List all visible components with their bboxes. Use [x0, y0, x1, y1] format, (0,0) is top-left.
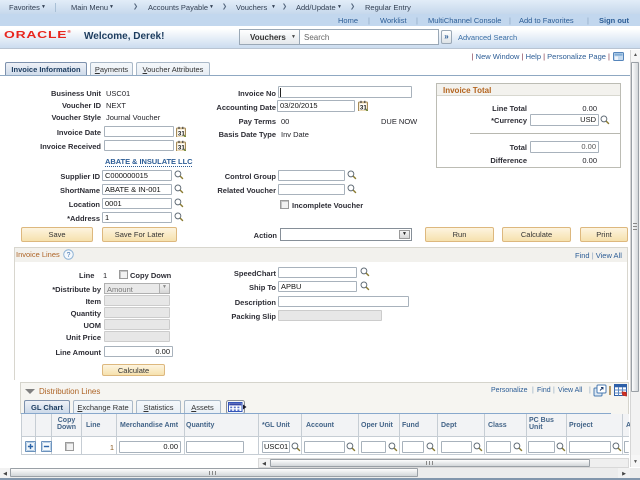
svg-text:?: ? [67, 252, 71, 259]
